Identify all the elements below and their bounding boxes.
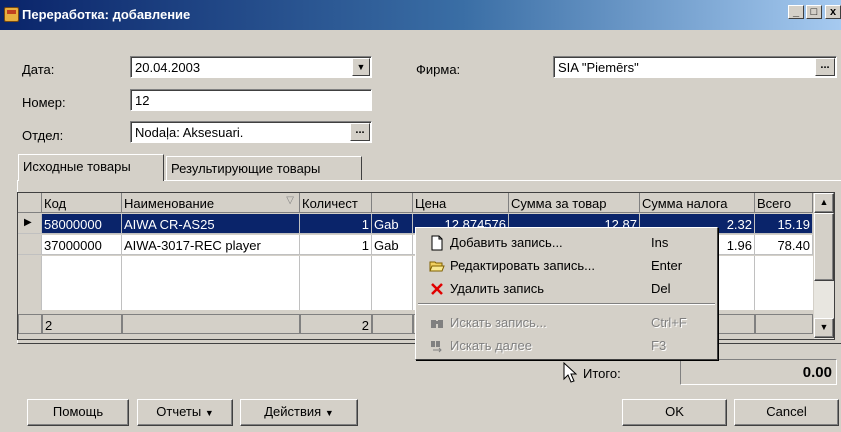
- date-label: Дата:: [22, 62, 55, 77]
- cell-unit[interactable]: Gab: [372, 214, 413, 234]
- footer-indicator: [18, 314, 42, 334]
- menu-separator: [418, 303, 715, 305]
- date-dropdown-button[interactable]: ▼: [352, 58, 370, 76]
- number-field[interactable]: 12: [130, 89, 372, 111]
- window-title: Переработка: добавление: [22, 7, 191, 22]
- scroll-thumb[interactable]: [814, 213, 834, 281]
- current-row-arrow-icon: ▶: [18, 214, 42, 234]
- dropdown-arrow-icon: ▼: [204, 408, 214, 418]
- number-value: 12: [135, 93, 150, 108]
- menu-item-add-shortcut: Ins: [651, 235, 669, 250]
- row-indicator-empty: [18, 256, 42, 310]
- maximize-button[interactable]: □: [806, 5, 822, 19]
- reports-button[interactable]: Отчеты ▼: [137, 399, 233, 426]
- footer-unit: [372, 314, 413, 334]
- cell-name[interactable]: AIWA-3017-REC player: [122, 235, 300, 255]
- title-bar[interactable]: Переработка: добавление _ □ x: [0, 0, 841, 30]
- tab-source-goods[interactable]: Исходные товары: [18, 154, 164, 181]
- reports-button-label: Отчеты: [156, 404, 202, 419]
- cell-unit[interactable]: Gab: [372, 235, 413, 255]
- context-menu: Добавить запись... Ins Редактировать зап…: [415, 227, 718, 360]
- menu-item-add[interactable]: Добавить запись... Ins: [418, 232, 715, 254]
- new-page-icon: [429, 235, 445, 251]
- binoculars-icon: [429, 315, 445, 331]
- menu-item-add-label: Добавить запись...: [450, 235, 563, 250]
- column-header-sum[interactable]: Сумма за товар: [509, 193, 640, 213]
- open-folder-icon: [429, 258, 445, 274]
- total-label: Итого:: [583, 366, 621, 381]
- column-header-name[interactable]: Наименование ▽: [122, 193, 300, 213]
- menu-item-edit-shortcut: Enter: [651, 258, 683, 273]
- number-label: Номер:: [22, 95, 66, 110]
- sort-triangle-icon: ▽: [286, 195, 294, 206]
- cell-quantity[interactable]: 1: [300, 235, 372, 255]
- vertical-scrollbar[interactable]: ▲ ▼: [814, 193, 834, 339]
- date-combobox[interactable]: 20.04.2003 ▼: [130, 56, 372, 78]
- column-header-quantity[interactable]: Количест: [300, 193, 372, 213]
- menu-item-find-next-label: Искать далее: [450, 338, 532, 353]
- column-header-tax[interactable]: Сумма налога: [640, 193, 755, 213]
- firm-value: SIA "Piemērs": [558, 60, 639, 75]
- menu-item-find-label: Искать запись...: [450, 315, 547, 330]
- footer-total: [755, 314, 813, 334]
- ok-button[interactable]: OK: [622, 399, 727, 426]
- dropdown-arrow-icon: ▼: [324, 408, 334, 418]
- menu-item-edit-label: Редактировать запись...: [450, 258, 596, 273]
- footer-quantity-total: 2: [300, 314, 372, 334]
- firm-field[interactable]: SIA "Piemērs" ...: [553, 56, 837, 78]
- cell-name[interactable]: AIWA CR-AS25: [122, 214, 300, 234]
- menu-item-delete-shortcut: Del: [651, 281, 671, 296]
- cell-total[interactable]: 78.40: [755, 235, 813, 255]
- column-header-name-label: Наименование: [124, 196, 215, 211]
- department-lookup-button[interactable]: ...: [350, 123, 370, 141]
- scroll-down-button[interactable]: ▼: [814, 318, 834, 338]
- menu-item-find-next-shortcut: F3: [651, 338, 667, 353]
- menu-item-edit[interactable]: Редактировать запись... Enter: [418, 255, 715, 277]
- find-next-icon: [429, 338, 445, 354]
- mouse-cursor-icon: [563, 361, 578, 387]
- column-header-total[interactable]: Всего: [755, 193, 813, 213]
- row-indicator-header: [18, 193, 42, 213]
- footer-count: 2: [42, 314, 122, 334]
- department-label: Отдел:: [22, 128, 64, 143]
- cell-code[interactable]: 37000000: [42, 235, 122, 255]
- column-header-price[interactable]: Цена: [413, 193, 509, 213]
- minimize-button[interactable]: _: [788, 5, 804, 19]
- cancel-button[interactable]: Cancel: [734, 399, 839, 426]
- menu-item-find[interactable]: Искать запись... Ctrl+F: [418, 312, 715, 334]
- date-value: 20.04.2003: [135, 60, 201, 75]
- menu-item-find-next[interactable]: Искать далее F3: [418, 335, 715, 357]
- column-header-code[interactable]: Код: [42, 193, 122, 213]
- firm-lookup-button[interactable]: ...: [815, 58, 835, 76]
- actions-button[interactable]: Действия ▼: [240, 399, 358, 426]
- firm-label: Фирма:: [416, 62, 461, 77]
- red-x-icon: [429, 281, 445, 297]
- menu-item-find-shortcut: Ctrl+F: [651, 315, 687, 330]
- cell-quantity[interactable]: 1: [300, 214, 372, 234]
- help-button[interactable]: Помощь: [27, 399, 129, 426]
- department-field[interactable]: Nodaļa: Aksesuari. ...: [130, 121, 372, 143]
- cell-code[interactable]: 58000000: [42, 214, 122, 234]
- menu-item-delete-label: Удалить запись: [450, 281, 545, 296]
- actions-button-label: Действия: [264, 404, 322, 419]
- column-header-unit[interactable]: [372, 193, 413, 213]
- tab-result-goods[interactable]: Результирующие товары: [166, 156, 362, 180]
- total-value: 0.00: [680, 359, 837, 385]
- menu-item-delete[interactable]: Удалить запись Del: [418, 278, 715, 300]
- row-indicator: [18, 235, 42, 255]
- scroll-up-button[interactable]: ▲: [814, 193, 834, 213]
- app-icon: [4, 7, 19, 22]
- close-button[interactable]: x: [825, 5, 841, 19]
- department-value: Nodaļa: Aksesuari.: [135, 125, 244, 140]
- footer-name: [122, 314, 300, 334]
- cell-total[interactable]: 15.19: [755, 214, 813, 234]
